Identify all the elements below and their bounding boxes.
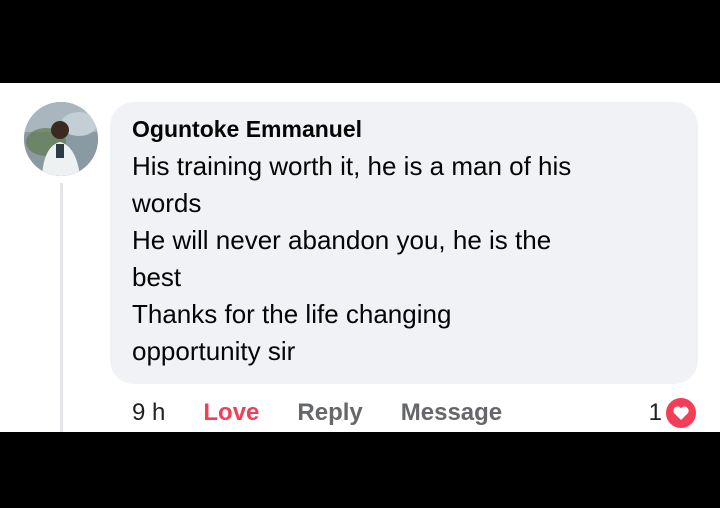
comment-line: best — [132, 262, 182, 292]
avatar[interactable] — [24, 102, 98, 176]
comment-timestamp[interactable]: 9 h — [132, 399, 165, 427]
love-reaction-button[interactable]: Love — [203, 399, 259, 427]
heart-icon — [664, 396, 698, 430]
comment-line: His training worth it, he is a man of hi… — [132, 151, 572, 181]
comment-line: words — [132, 188, 202, 218]
comment-line: Thanks for the life changing — [132, 299, 452, 329]
comment-line: opportunity sir — [132, 336, 296, 366]
reaction-count: 1 — [648, 399, 662, 426]
comment-text: His training worth it, he is a man of hi… — [132, 148, 682, 370]
reply-button[interactable]: Reply — [297, 399, 362, 427]
comment-author[interactable]: Oguntoke Emmanuel — [132, 116, 362, 143]
comment-panel: Oguntoke Emmanuel His training worth it,… — [0, 83, 720, 432]
thread-line — [60, 183, 63, 432]
message-button[interactable]: Message — [401, 399, 502, 427]
reaction-summary[interactable]: 1 — [649, 396, 698, 430]
comment-bubble: Oguntoke Emmanuel His training worth it,… — [110, 102, 698, 384]
avatar-photo — [24, 102, 98, 176]
comment-line: He will never abandon you, he is the — [132, 225, 552, 255]
comment-actions: 9 h Love Reply Message — [132, 396, 502, 430]
